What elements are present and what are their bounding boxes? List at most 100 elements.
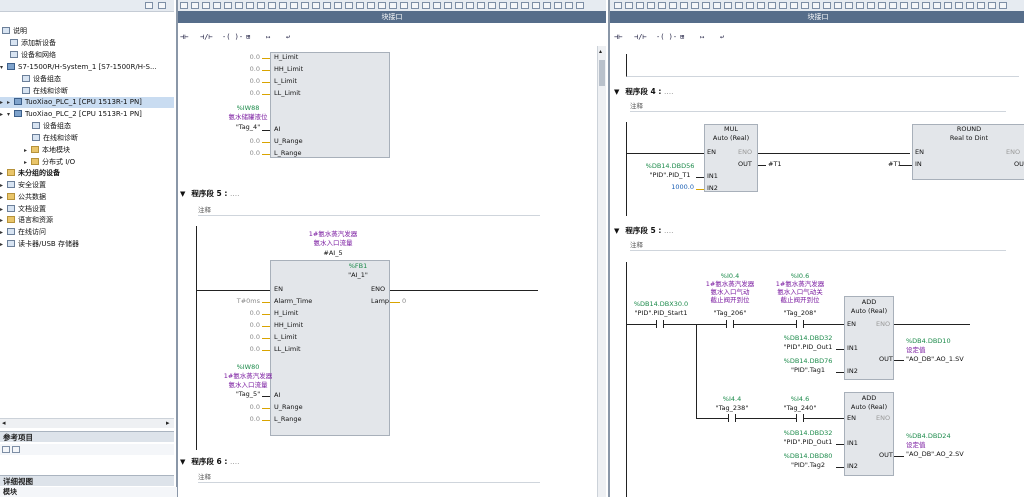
toolbar-tool-icon[interactable] bbox=[279, 2, 287, 9]
tree-item-common-data[interactable]: ▸ 公共数据 bbox=[0, 192, 46, 203]
tree-item-rh-system[interactable]: ▾ S7-1500R/H-System_1 [S7-1500R/H-S... bbox=[0, 62, 174, 73]
toolbar-tool-icon[interactable] bbox=[889, 2, 897, 9]
open-branch-button[interactable]: ↦ bbox=[700, 33, 704, 43]
r1-in1-tag[interactable]: "PID".PID_Out1 bbox=[778, 343, 838, 351]
tree-item-languages[interactable]: ▸ 语言和资源 bbox=[0, 215, 53, 226]
fb-out-lamp-value[interactable]: 0 bbox=[402, 297, 406, 305]
r1-c2-tag[interactable]: "Tag_206" bbox=[698, 309, 762, 317]
close-branch-button[interactable]: ↩ bbox=[286, 33, 290, 43]
toolbar-tool-icon[interactable] bbox=[400, 2, 408, 9]
toolbar-tool-icon[interactable] bbox=[213, 2, 221, 9]
r2-in2-tag[interactable]: "PID".Tag2 bbox=[778, 461, 838, 469]
expand-arrow-icon[interactable]: ▸ bbox=[0, 239, 7, 250]
toolbar-tool-icon[interactable] bbox=[367, 2, 375, 9]
nc-contact-button[interactable]: ⊣/⊢ bbox=[634, 33, 647, 43]
fb-val-h-limit[interactable]: 0.0 bbox=[230, 309, 260, 317]
expand-arrow-icon[interactable]: ▸ bbox=[0, 192, 7, 203]
input-address[interactable]: %IW88 bbox=[218, 104, 278, 112]
toolbar-tool-icon[interactable] bbox=[834, 2, 842, 9]
block-interface-bar[interactable]: 块接口 bbox=[178, 11, 606, 23]
r1-c3-tag[interactable]: "Tag_208" bbox=[764, 309, 836, 317]
r1-c3-address[interactable]: %I0.6 bbox=[764, 272, 836, 280]
r1-c1-tag[interactable]: "PID".PID_Start1 bbox=[626, 309, 696, 317]
r2-in1-tag[interactable]: "PID".PID_Out1 bbox=[778, 438, 838, 446]
tree-item-add-device[interactable]: 添加新设备 bbox=[10, 38, 56, 49]
r1-contact-3[interactable] bbox=[796, 320, 804, 328]
fb-in-address[interactable]: %IW80 bbox=[218, 363, 278, 371]
toolbar-tool-icon[interactable] bbox=[735, 2, 743, 9]
toolbar-tool-icon[interactable] bbox=[757, 2, 765, 9]
toolbar-tool-icon[interactable] bbox=[521, 2, 529, 9]
toolbar-tool-icon[interactable] bbox=[746, 2, 754, 9]
toolbar-tool-icon[interactable] bbox=[246, 2, 254, 9]
expand-arrow-icon[interactable]: ▸ bbox=[0, 180, 7, 191]
mul-out-tag[interactable]: #T1 bbox=[768, 160, 782, 168]
scroll-left-icon[interactable]: ◂ bbox=[2, 419, 6, 427]
toolbar-tool-icon[interactable] bbox=[180, 2, 188, 9]
no-contact-button[interactable]: ⊣⊢ bbox=[180, 33, 188, 43]
tree-horizontal-scrollbar[interactable]: ◂ ▸ bbox=[0, 418, 174, 428]
toolbar-tool-icon[interactable] bbox=[290, 2, 298, 9]
expand-arrow-icon[interactable]: ▸ bbox=[24, 145, 31, 156]
tree-item-doc-settings[interactable]: ▸ 文档设置 bbox=[0, 204, 46, 215]
tree-view-icon[interactable] bbox=[145, 2, 153, 9]
r1-out-tag[interactable]: "AO_DB".AO_1.SV bbox=[906, 355, 964, 363]
tree-item-online-diag-1[interactable]: 在线和诊断 bbox=[22, 86, 68, 97]
toolbar-tool-icon[interactable] bbox=[625, 2, 633, 9]
collapse-arrow-icon[interactable]: ▼ bbox=[180, 190, 185, 198]
toolbar-tool-icon[interactable] bbox=[235, 2, 243, 9]
r1-contact-1[interactable] bbox=[656, 320, 664, 328]
toolbar-tool-icon[interactable] bbox=[779, 2, 787, 9]
mul-in2-value[interactable]: 1000.0 bbox=[664, 183, 694, 191]
toolbar-tool-icon[interactable] bbox=[768, 2, 776, 9]
tree-item-local-modules[interactable]: ▸ 本地模块 bbox=[24, 145, 70, 156]
block-interface-bar[interactable]: 块接口 bbox=[610, 11, 1024, 23]
toolbar-tool-icon[interactable] bbox=[988, 2, 996, 9]
scroll-thumb[interactable] bbox=[599, 60, 605, 86]
toolbar-tool-icon[interactable] bbox=[576, 2, 584, 9]
r2-c1-address[interactable]: %I4.4 bbox=[702, 395, 762, 403]
toolbar-tool-icon[interactable] bbox=[510, 2, 518, 9]
tree-item-device-config-1[interactable]: 设备组态 bbox=[22, 74, 61, 85]
r2-contact-1[interactable] bbox=[728, 414, 736, 422]
r2-in1-address[interactable]: %DB14.DBD32 bbox=[778, 429, 838, 437]
toolbar-tool-icon[interactable] bbox=[268, 2, 276, 9]
scroll-up-icon[interactable]: ▴ bbox=[599, 48, 602, 55]
close-reference-icon[interactable] bbox=[12, 446, 20, 453]
toolbar-tool-icon[interactable] bbox=[477, 2, 485, 9]
toolbar-tool-icon[interactable] bbox=[823, 2, 831, 9]
open-reference-icon[interactable] bbox=[2, 446, 10, 453]
coil-button[interactable]: -( )- bbox=[222, 33, 243, 43]
toolbar-tool-icon[interactable] bbox=[334, 2, 342, 9]
segment-6-comment[interactable]: 注释 bbox=[198, 472, 540, 483]
toolbar-tool-icon[interactable] bbox=[845, 2, 853, 9]
toolbar-tool-icon[interactable] bbox=[466, 2, 474, 9]
toolbar-tool-icon[interactable] bbox=[999, 2, 1007, 9]
fb-val-alarm-time[interactable]: T#0ms bbox=[230, 297, 260, 305]
toolbar-tool-icon[interactable] bbox=[532, 2, 540, 9]
value-l-limit[interactable]: 0.0 bbox=[240, 77, 260, 85]
round-type[interactable]: Real to Dint bbox=[912, 134, 1024, 142]
empty-box-button[interactable]: ⊞ bbox=[246, 33, 250, 43]
toolbar-tool-icon[interactable] bbox=[647, 2, 655, 9]
r1-in2-address[interactable]: %DB14.DBD76 bbox=[778, 357, 838, 365]
fb-val-hh-limit[interactable]: 0.0 bbox=[230, 321, 260, 329]
tree-item-card-reader[interactable]: ▸ 读卡器/USB 存储器 bbox=[0, 239, 79, 250]
r2-out-address[interactable]: %DB4.DBD24 bbox=[906, 432, 951, 440]
value-ll-limit[interactable]: 0.0 bbox=[240, 89, 260, 97]
tree-item-online-diag-2[interactable]: 在线和诊断 bbox=[32, 133, 78, 144]
toolbar-tool-icon[interactable] bbox=[554, 2, 562, 9]
toolbar-tool-icon[interactable] bbox=[966, 2, 974, 9]
r1-contact-2[interactable] bbox=[726, 320, 734, 328]
toolbar-tool-icon[interactable] bbox=[202, 2, 210, 9]
toolbar-tool-icon[interactable] bbox=[543, 2, 551, 9]
collapse-arrow-icon[interactable]: ▾ bbox=[7, 109, 14, 120]
toolbar-tool-icon[interactable] bbox=[922, 2, 930, 9]
segment-6-title[interactable]: ▼ 程序段 6 : .... bbox=[180, 456, 240, 468]
toolbar-tool-icon[interactable] bbox=[356, 2, 364, 9]
segment-5-title[interactable]: ▼ 程序段 5 : .... bbox=[614, 225, 674, 237]
segment-4-title[interactable]: ▼ 程序段 4 : .... bbox=[614, 86, 674, 98]
r2-c2-address[interactable]: %I4.6 bbox=[770, 395, 830, 403]
toolbar-tool-icon[interactable] bbox=[801, 2, 809, 9]
toolbar-tool-icon[interactable] bbox=[191, 2, 199, 9]
